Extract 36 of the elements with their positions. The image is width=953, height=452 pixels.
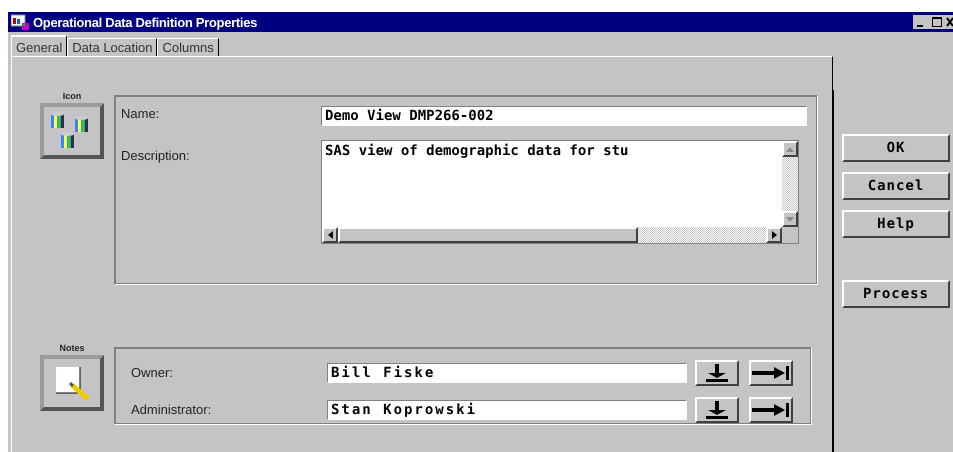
down-arrow-bar-icon	[703, 400, 731, 418]
icon-well[interactable]	[40, 103, 104, 159]
name-field[interactable]: Demo View DMP266-002	[321, 106, 807, 126]
down-arrow-bar-icon	[703, 364, 731, 382]
right-arrow-bar-icon	[752, 366, 790, 380]
dialog-button[interactable]: OK	[842, 134, 950, 162]
notes-label: Notes	[59, 343, 84, 355]
dialog-button[interactable]: Help	[842, 210, 950, 238]
person-field[interactable]: Stan Koprowski	[327, 400, 687, 420]
icon-label: Icon	[62, 91, 82, 103]
dialog-button[interactable]: Cancel	[842, 172, 950, 200]
description-field[interactable]: SAS view of demographic data for stu	[321, 140, 799, 244]
select-button[interactable]	[749, 360, 793, 386]
tab[interactable]: Data Location	[67, 38, 158, 56]
close-icon[interactable]	[945, 15, 953, 29]
person-label: Owner:	[131, 365, 174, 380]
maximize-icon[interactable]	[929, 15, 945, 29]
scroll-right-icon[interactable]	[772, 231, 776, 239]
import-button[interactable]	[695, 396, 739, 422]
window-title: Operational Data Definition Properties	[33, 14, 258, 30]
app-icon	[11, 14, 29, 30]
minimize-icon[interactable]	[913, 15, 929, 29]
tab[interactable]: General	[11, 35, 68, 56]
import-button[interactable]	[695, 360, 739, 386]
name-label: Name:	[121, 106, 160, 123]
scroll-left-icon[interactable]	[328, 231, 332, 239]
right-arrow-bar-icon	[752, 402, 790, 416]
scrollbar-corner	[782, 227, 798, 243]
scrollbar-thumb[interactable]	[338, 227, 638, 243]
person-field[interactable]: Bill Fiske	[327, 362, 687, 382]
dialog-button[interactable]: Process	[842, 280, 950, 308]
tab[interactable]: Columns	[157, 38, 219, 56]
select-button[interactable]	[749, 396, 793, 422]
description-label: Description:	[121, 148, 191, 165]
person-label: Administrator:	[131, 402, 212, 417]
notes-well[interactable]	[40, 355, 104, 411]
